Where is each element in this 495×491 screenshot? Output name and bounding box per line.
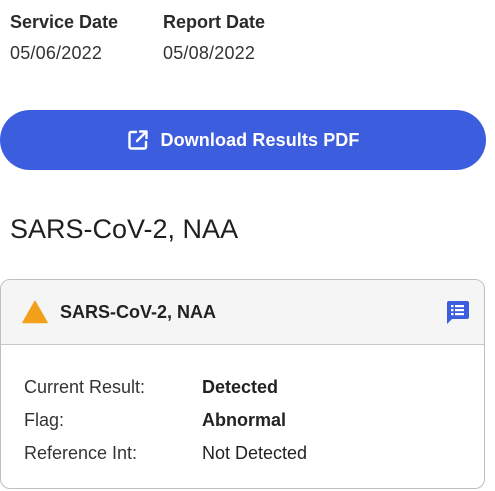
dates-section: Service Date 05/06/2022 Report Date 05/0… — [10, 10, 316, 65]
flag-value: Abnormal — [202, 410, 287, 430]
flag-row: Flag: Abnormal — [24, 404, 484, 437]
result-card-title: SARS-CoV-2, NAA — [60, 301, 217, 322]
result-card-body: Current Result: Detected Flag: Abnormal … — [1, 345, 484, 470]
comment-list-icon[interactable] — [444, 299, 470, 325]
flag-label: Flag: — [24, 410, 65, 430]
report-date-value: 05/08/2022 — [163, 43, 256, 63]
current-result-row: Current Result: Detected — [24, 371, 484, 404]
reference-interval-label: Reference Int: — [24, 443, 138, 463]
reference-interval-value: Not Detected — [202, 443, 308, 463]
result-card-header: SARS-CoV-2, NAA — [1, 280, 484, 345]
service-date-label: Service Date — [10, 12, 119, 32]
download-button-label: Download Results PDF — [160, 129, 360, 150]
external-link-icon — [126, 128, 150, 152]
reference-interval-row: Reference Int: Not Detected — [24, 437, 484, 470]
warning-triangle-icon — [22, 300, 48, 324]
report-date-label: Report Date — [163, 12, 266, 32]
test-title: SARS-CoV-2, NAA — [10, 214, 239, 244]
report-date: Report Date 05/08/2022 — [163, 10, 316, 65]
service-date-value: 05/06/2022 — [10, 43, 103, 63]
result-card: SARS-CoV-2, NAA Current Result: Detected… — [0, 279, 485, 489]
service-date: Service Date 05/06/2022 — [10, 10, 163, 65]
current-result-label: Current Result: — [24, 377, 146, 397]
download-results-pdf-button[interactable]: Download Results PDF — [0, 110, 486, 170]
current-result-value: Detected — [202, 377, 279, 397]
